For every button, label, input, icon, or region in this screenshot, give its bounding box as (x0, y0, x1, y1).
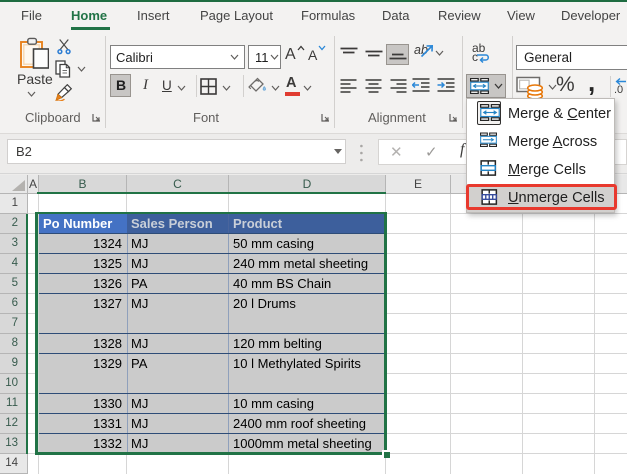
svg-text:.0: .0 (614, 84, 623, 95)
